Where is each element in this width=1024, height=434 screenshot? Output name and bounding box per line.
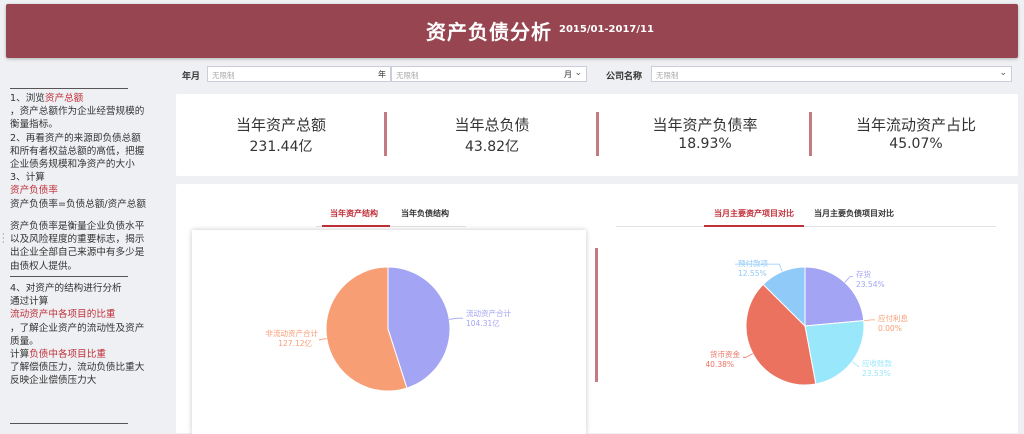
pie-1-value-label-3: 40.38% (705, 360, 734, 369)
pie-1-name-label-3: 货币资金 (710, 349, 740, 359)
pie-1-value-label-0: 23.54% (856, 280, 885, 289)
pie-1-leader-1 (863, 319, 875, 321)
pie-1-name-label-0: 存货 (856, 269, 871, 279)
pie-0-value-label-1: 127.12亿 (278, 338, 312, 348)
pie-1-name-label-2: 应收账款 (862, 358, 892, 368)
pie-1-leader-2 (851, 361, 859, 367)
pie-1-value-label-1: 0.00% (878, 324, 902, 333)
pie-0-leader-1 (318, 338, 327, 341)
pie-1-name-label-4: 预付款项 (738, 258, 768, 268)
pie-0-leader-0 (449, 317, 463, 320)
pie-1-value-label-4: 12.55% (738, 269, 767, 278)
pie-1-leader-3 (743, 353, 754, 358)
charts-svg: 流动资产合计104.31亿非流动资产合计127.12亿 存货23.54% 应付利息0… (266, 258, 908, 392)
pie-1-value-label-2: 23.53% (862, 369, 891, 378)
pie-0-name-label-1: 非流动资产合计 (266, 328, 319, 338)
pie-0-name-label-0: 流动资产合计 (466, 308, 511, 318)
pie-1-slice-0[interactable] (804, 266, 865, 327)
pie-1-name-label-1: 应付利息 (878, 313, 908, 323)
pie-0-value-label-0: 104.31亿 (466, 318, 500, 328)
pie-1-leader-0 (844, 276, 853, 283)
